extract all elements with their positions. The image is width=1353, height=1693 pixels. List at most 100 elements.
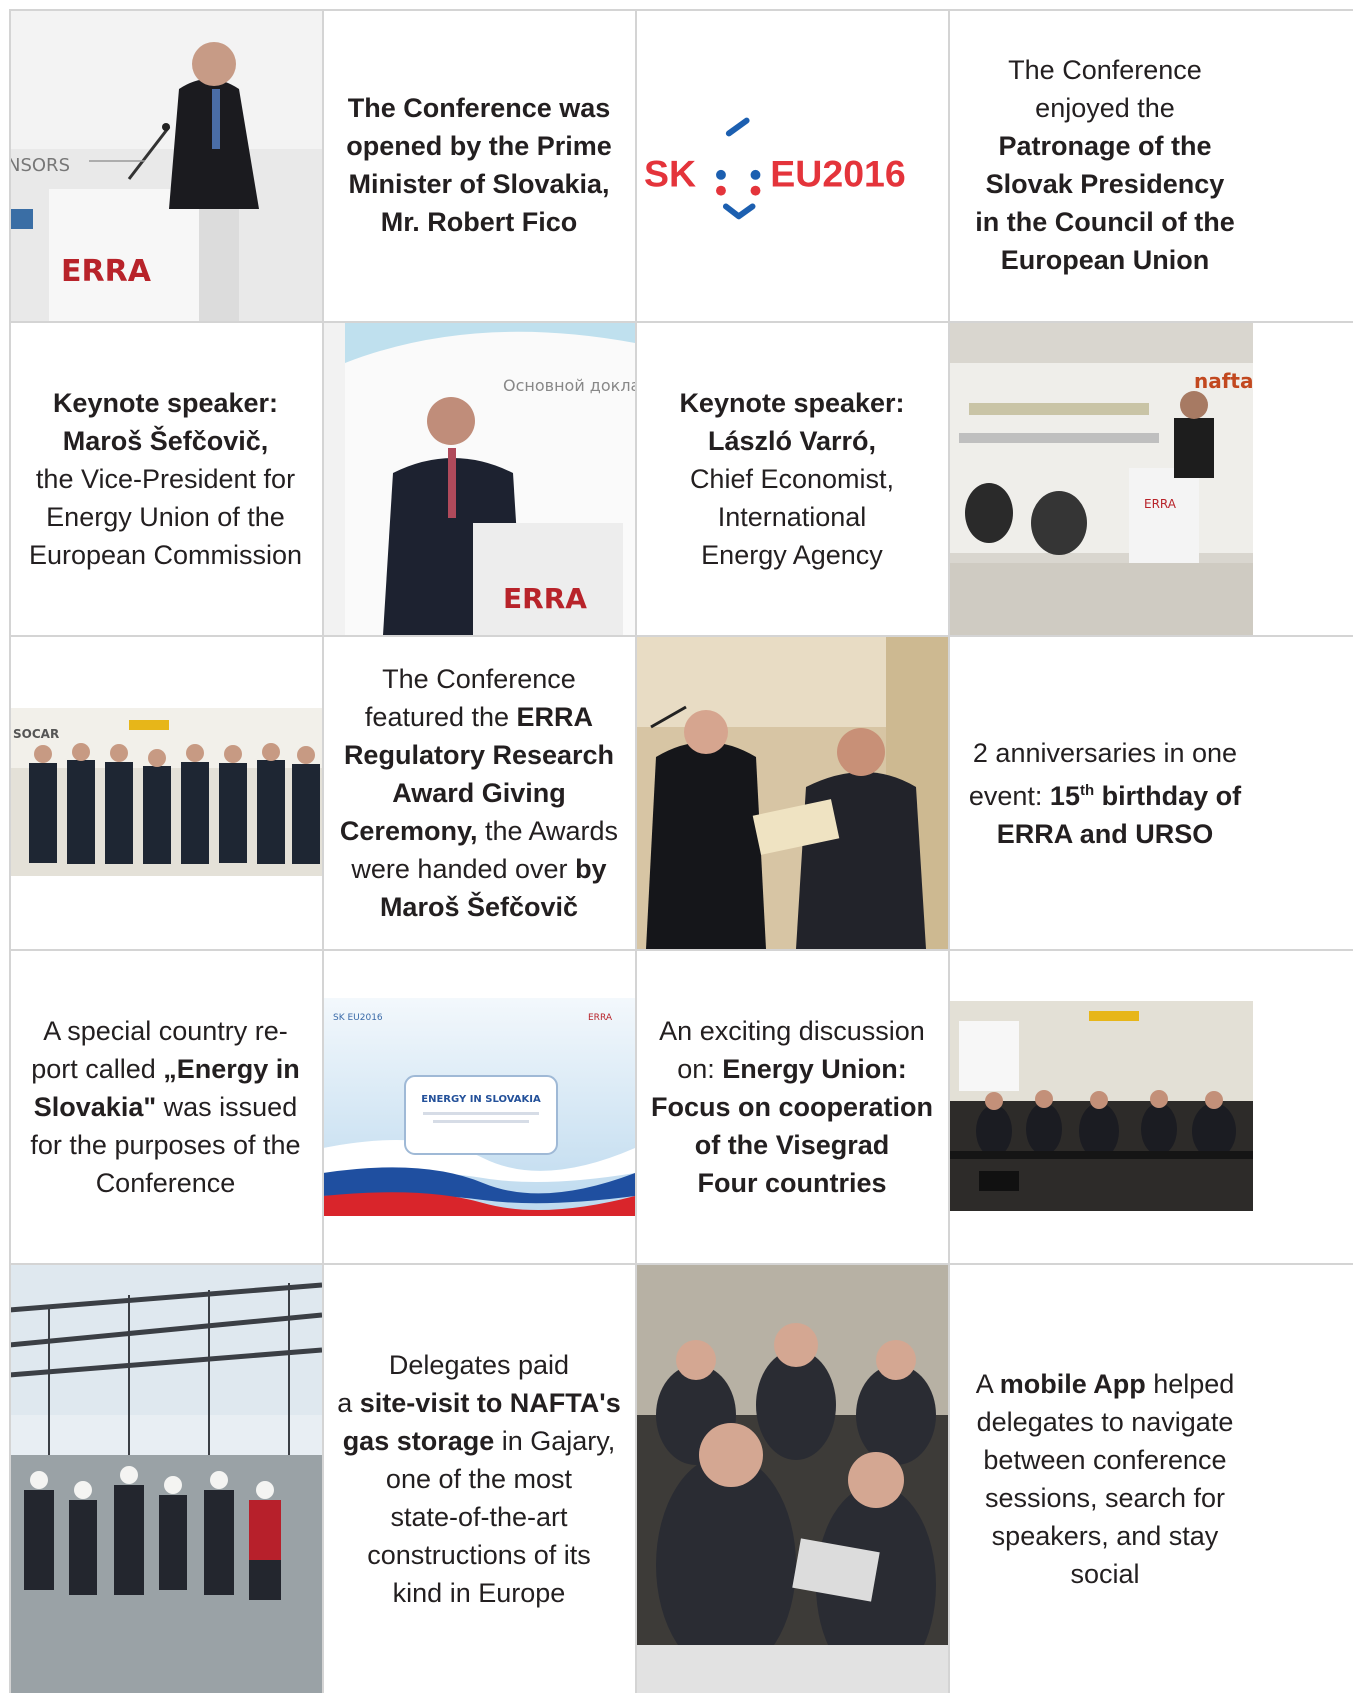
keynote2-line4: International [717,502,867,532]
site-line2a: a [337,1388,360,1418]
photo-award-handover [636,637,948,949]
patronage-line3: Patronage of the [998,131,1212,161]
sponsors-sign-text: NSORS [9,155,70,176]
anniv-line3: ERRA and URSO [996,818,1214,849]
cell-country-report-text: A special country re- port called „Energ… [9,951,322,1263]
report-line1: A special country re- [43,1016,288,1046]
report-line3a: Slovakia" [33,1092,157,1122]
keynote1-line3: the Vice-President for [35,464,296,494]
opening-line1: The Conference was [347,93,611,123]
discussion-line2a: on: [677,1054,723,1084]
keynote1-line1: Keynote speaker: [52,388,279,418]
cover-erra-logo: ERRA [588,1013,613,1023]
award-line7: Maroš Šefčovič [379,892,579,922]
logo-sk-text: SK [644,153,696,195]
site-line3a: gas storage [342,1426,495,1456]
discussion-line4: of the Visegrad [694,1130,890,1160]
grid-divider-left [9,9,11,1693]
award-line2a: featured the [364,702,517,732]
app-line1c: helped [1145,1369,1235,1399]
discussion-line3: Focus on cooperation [650,1092,933,1122]
keynote2-line3: Chief Economist, [689,464,895,494]
photo-panel-stage: nafta ERRA [949,323,1253,635]
site-line5: state-of-the-art [390,1502,568,1532]
opening-line4: Mr. Robert Fico [380,207,578,237]
award-line6b: by [575,854,607,884]
photo-sefcovic-speech: Основной доклад: ERRA [323,323,635,635]
discussion-line2b: Energy Union: [722,1054,907,1084]
discussion-line5: Four countries [697,1168,887,1198]
keynote2-line2: László Varró, [707,426,877,456]
cell-patronage-text: The Conference enjoyed the Patronage of … [949,9,1261,321]
patronage-line5: in the Council of the [975,207,1235,237]
photo-grid: NSORS ERRA The Conference was opened by … [9,9,1353,1693]
anniv-line1: 2 anniversaries in one [972,737,1238,768]
app-line1a: A [975,1369,1000,1399]
report-line5: Conference [95,1168,236,1198]
award-line3: Regulatory Research [343,740,615,770]
site-line6: constructions of its [367,1540,591,1570]
patronage-line4: Slovak Presidency [985,169,1225,199]
cell-anniversaries-text: 2 anniversaries in one event: 15th birth… [949,637,1261,949]
anniv-line2a: event: [968,780,1050,811]
patronage-line1: The Conference [1008,55,1202,85]
socar-logo-text: SOCAR [13,727,59,741]
grid-divider-h4 [9,1263,1353,1265]
cell-keynote-varro: Keynote speaker: László Varró, Chief Eco… [636,323,948,635]
grid-divider-h2 [9,635,1353,637]
grid-divider-v3 [948,9,950,1693]
patronage-line2: enjoyed the [1035,93,1175,123]
photo-energy-in-slovakia-cover: SK EU2016 ERRA ENERGY IN SLOVAKIA [323,998,635,1216]
cell-opening-text: The Conference was opened by the Prime M… [323,9,635,321]
award-line4: Award Giving [392,778,566,808]
discussion-line1: An exciting discussion [659,1016,925,1046]
logo-eu2016-text: EU2016 [770,153,905,195]
app-line3: between conference [983,1445,1227,1475]
anniv-line2c: birthday of [1094,780,1242,811]
photo-prime-minister-speech: NSORS ERRA [9,9,322,321]
award-line1: The Conference [382,664,576,694]
app-line4: sessions, search for [984,1483,1226,1513]
screen-heading-text: Основной доклад: [503,376,635,395]
award-line5a: Ceremony, [339,816,478,846]
erra-podium-logo-3: ERRA [1144,497,1177,511]
keynote2-line1: Keynote speaker: [679,388,905,418]
report-line2a: port called [31,1054,164,1084]
app-line1b: mobile App [999,1369,1146,1399]
grid-divider-v1 [322,9,324,1693]
erra-podium-logo-2: ERRA [503,582,587,615]
erra-podium-logo: ERRA [61,254,152,289]
award-line2b: ERRA [516,702,594,732]
keynote1-line2: Maroš Šefčovič, [62,426,269,456]
site-line2b: site-visit to NAFTA's [359,1388,621,1418]
app-line6: social [1070,1559,1140,1589]
award-line5b: the Awards [477,816,619,846]
cell-site-visit-text: Delegates paid a site-visit to NAFTA's g… [323,1265,635,1693]
grid-divider-top [9,9,1353,11]
report-line4: for the purposes of the [30,1130,301,1160]
report-line3b: was issued [156,1092,298,1122]
anniv-line2sup: th [1079,781,1095,799]
site-line3b: in Gajary, [494,1426,616,1456]
anniv-line2b: 15 [1049,780,1080,811]
keynote1-line4: Energy Union of the [46,502,285,532]
cell-mobile-app-text: A mobile App helped delegates to navigat… [949,1265,1261,1693]
grid-divider-h3 [9,949,1353,951]
photo-audience [636,1265,948,1693]
opening-line3: Minister of Slovakia, [348,169,610,199]
cover-title-text: ENERGY IN SLOVAKIA [421,1094,541,1105]
grid-divider-h1 [9,321,1353,323]
opening-line2: opened by the Prime [346,131,612,161]
cell-award-ceremony-text: The Conference featured the ERRA Regulat… [323,637,635,949]
photo-v4-panel [949,1001,1253,1211]
report-line2b: „Energy in [163,1054,300,1084]
logo-smile-mark [722,203,756,220]
award-line6a: were handed over [351,854,576,884]
logo-dash-mark [725,117,750,137]
app-line2: delegates to navigate [976,1407,1234,1437]
nafta-logo-text: nafta [1194,369,1253,393]
keynote2-line5: Energy Agency [701,540,883,570]
photo-award-winners: SOCAR [9,708,322,876]
app-line5: speakers, and stay [991,1521,1219,1551]
photo-site-visit [9,1265,322,1693]
